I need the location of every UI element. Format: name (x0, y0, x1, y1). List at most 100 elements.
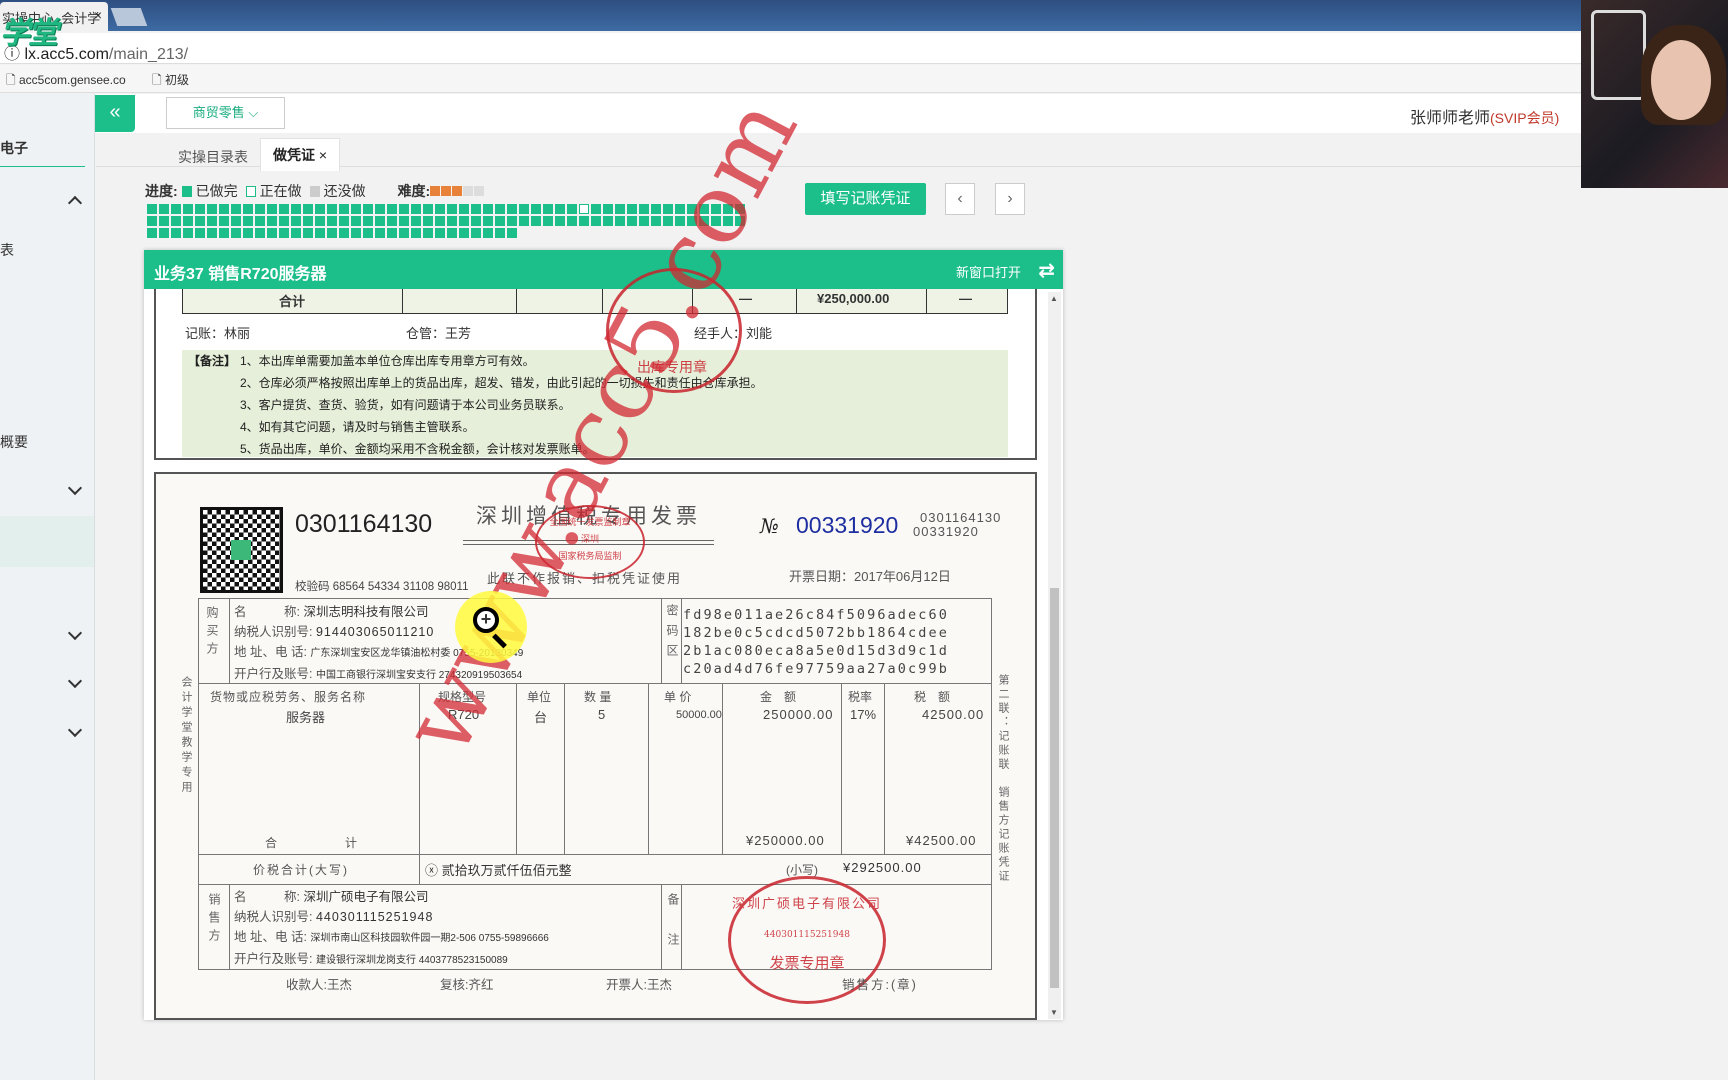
task-tile[interactable] (207, 204, 217, 214)
task-tile[interactable] (303, 204, 313, 214)
task-tile[interactable] (159, 204, 169, 214)
task-tile[interactable] (267, 204, 277, 214)
task-tile[interactable] (639, 204, 649, 214)
fill-voucher-button[interactable]: 填写记账凭证 (805, 183, 926, 215)
swap-icon[interactable]: ⇄ (1038, 258, 1055, 283)
bookmark-2[interactable]: 🗋 初级 (152, 71, 189, 92)
task-tile-current[interactable] (579, 204, 589, 214)
scroll-thumb[interactable] (1050, 588, 1059, 988)
task-tile[interactable] (147, 216, 157, 226)
task-tile[interactable] (315, 204, 325, 214)
task-tile[interactable] (243, 228, 253, 238)
close-icon[interactable]: × (319, 147, 327, 163)
task-tile[interactable] (219, 204, 229, 214)
task-tile[interactable] (507, 228, 517, 238)
new-tab-button[interactable] (110, 8, 148, 26)
task-tile[interactable] (183, 216, 193, 226)
task-tile[interactable] (267, 228, 277, 238)
task-tile[interactable] (495, 228, 505, 238)
task-tile[interactable] (471, 228, 481, 238)
task-tile[interactable] (255, 228, 265, 238)
task-tile[interactable] (243, 204, 253, 214)
task-tile[interactable] (435, 204, 445, 214)
task-tile[interactable] (339, 228, 349, 238)
task-tile[interactable] (507, 204, 517, 214)
task-tile[interactable] (291, 216, 301, 226)
task-tile[interactable] (423, 216, 433, 226)
chevron-down-icon[interactable] (67, 673, 83, 689)
task-tile[interactable] (291, 228, 301, 238)
scroll-down-icon[interactable]: ▼ (1050, 1008, 1058, 1017)
task-tile[interactable] (255, 216, 265, 226)
chevron-down-icon[interactable] (67, 480, 83, 496)
collapse-sidebar-button[interactable]: « (95, 95, 135, 132)
task-tile[interactable] (543, 204, 553, 214)
sidebar-item-summary[interactable]: 概要 (0, 432, 28, 452)
bookmark-1[interactable]: 🗋 acc5com.gensee.co (6, 71, 126, 92)
task-tile[interactable] (279, 228, 289, 238)
task-tile[interactable] (375, 228, 385, 238)
task-tile[interactable] (351, 204, 361, 214)
task-tile[interactable] (327, 228, 337, 238)
industry-select[interactable]: 商贸零售 ⌵ (166, 97, 285, 129)
task-tile[interactable] (219, 228, 229, 238)
task-tile[interactable] (591, 204, 601, 214)
task-tile[interactable] (387, 228, 397, 238)
task-tile[interactable] (147, 228, 157, 238)
task-tile[interactable] (159, 228, 169, 238)
task-tile[interactable] (351, 216, 361, 226)
chevron-up-icon[interactable] (67, 195, 83, 211)
sidebar-item-active[interactable] (0, 516, 94, 567)
task-tile[interactable] (363, 216, 373, 226)
chevron-down-icon[interactable] (67, 722, 83, 738)
task-tile[interactable] (411, 216, 421, 226)
task-tile[interactable] (279, 204, 289, 214)
task-tile[interactable] (531, 204, 541, 214)
panel-scrollbar[interactable]: ▲ ▼ (1048, 292, 1061, 1019)
task-tile[interactable] (627, 204, 637, 214)
user-info[interactable]: 张师师老师(SVIP会员) (1410, 104, 1559, 128)
task-tile[interactable] (603, 204, 613, 214)
task-tile[interactable] (351, 228, 361, 238)
task-tile[interactable] (171, 216, 181, 226)
task-tile[interactable] (219, 216, 229, 226)
task-tile[interactable] (327, 204, 337, 214)
task-tile[interactable] (207, 228, 217, 238)
task-tile[interactable] (183, 204, 193, 214)
task-tile[interactable] (411, 204, 421, 214)
chevron-down-icon[interactable] (67, 625, 83, 641)
task-tile[interactable] (519, 204, 529, 214)
close-tab-icon[interactable]: × (94, 7, 102, 23)
task-tile[interactable] (567, 216, 577, 226)
task-tile[interactable] (627, 216, 637, 226)
task-tile[interactable] (603, 216, 613, 226)
task-tile[interactable] (303, 228, 313, 238)
task-tile[interactable] (387, 216, 397, 226)
task-tile[interactable] (231, 228, 241, 238)
task-tile[interactable] (255, 204, 265, 214)
task-tile[interactable] (195, 216, 205, 226)
sidebar-item-electronics[interactable]: 电子 (0, 138, 28, 158)
task-tile[interactable] (507, 216, 517, 226)
next-button[interactable]: › (995, 183, 1025, 215)
task-tile[interactable] (411, 228, 421, 238)
task-tile[interactable] (483, 216, 493, 226)
task-tile[interactable] (459, 216, 469, 226)
task-tile[interactable] (555, 204, 565, 214)
task-tile[interactable] (459, 204, 469, 214)
task-tile[interactable] (495, 204, 505, 214)
task-tile[interactable] (171, 204, 181, 214)
task-tile[interactable] (447, 204, 457, 214)
task-tile[interactable] (495, 216, 505, 226)
task-tile[interactable] (339, 204, 349, 214)
task-tile[interactable] (183, 228, 193, 238)
task-tile[interactable] (459, 228, 469, 238)
task-tile[interactable] (231, 204, 241, 214)
tab-make-voucher[interactable]: 做凭证 × (260, 138, 341, 171)
tab-practice-catalog[interactable]: 实操目录表 (166, 141, 260, 174)
prev-button[interactable]: ‹ (945, 183, 975, 215)
task-tile[interactable] (147, 204, 157, 214)
task-tile[interactable] (207, 216, 217, 226)
task-tile[interactable] (315, 228, 325, 238)
task-tile[interactable] (399, 216, 409, 226)
